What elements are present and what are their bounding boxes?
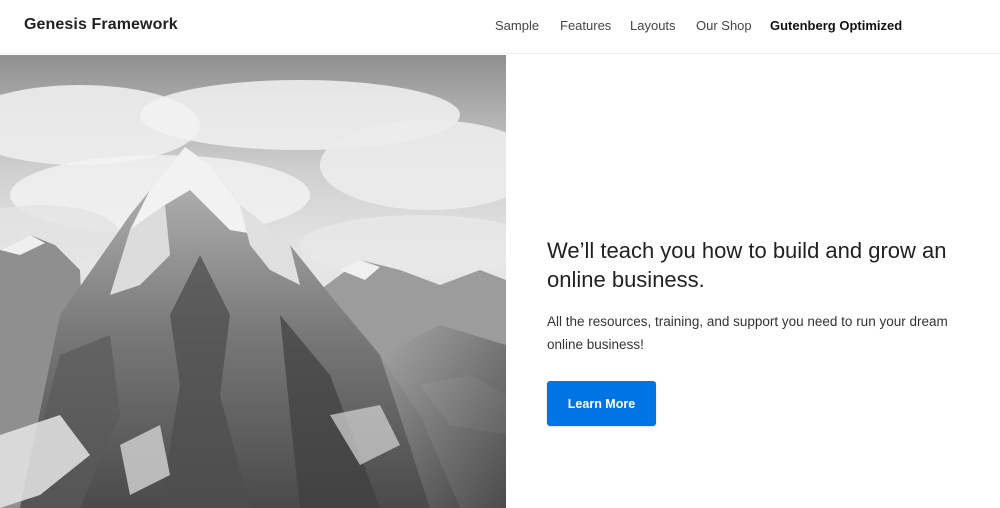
nav-item-features[interactable]: Features <box>560 18 611 33</box>
primary-nav: Sample Features Layouts Our Shop Gutenbe… <box>480 18 902 38</box>
hero-mountain-image <box>0 55 506 508</box>
hero-headline: We’ll teach you how to build and grow an… <box>547 238 947 292</box>
nav-item-layouts[interactable]: Layouts <box>630 18 676 33</box>
nav-item-our-shop[interactable]: Our Shop <box>696 18 752 33</box>
mountain-illustration <box>0 55 506 508</box>
site-header: Genesis Framework Sample Features Layout… <box>0 0 1000 54</box>
hero-content: We’ll teach you how to build and grow an… <box>547 236 977 356</box>
site-title[interactable]: Genesis Framework <box>24 16 178 34</box>
learn-more-button[interactable]: Learn More <box>547 381 656 426</box>
hero-subtext: All the resources, training, and support… <box>547 314 948 352</box>
nav-item-gutenberg-optimized[interactable]: Gutenberg Optimized <box>770 18 902 33</box>
nav-item-sample[interactable]: Sample <box>495 18 539 33</box>
